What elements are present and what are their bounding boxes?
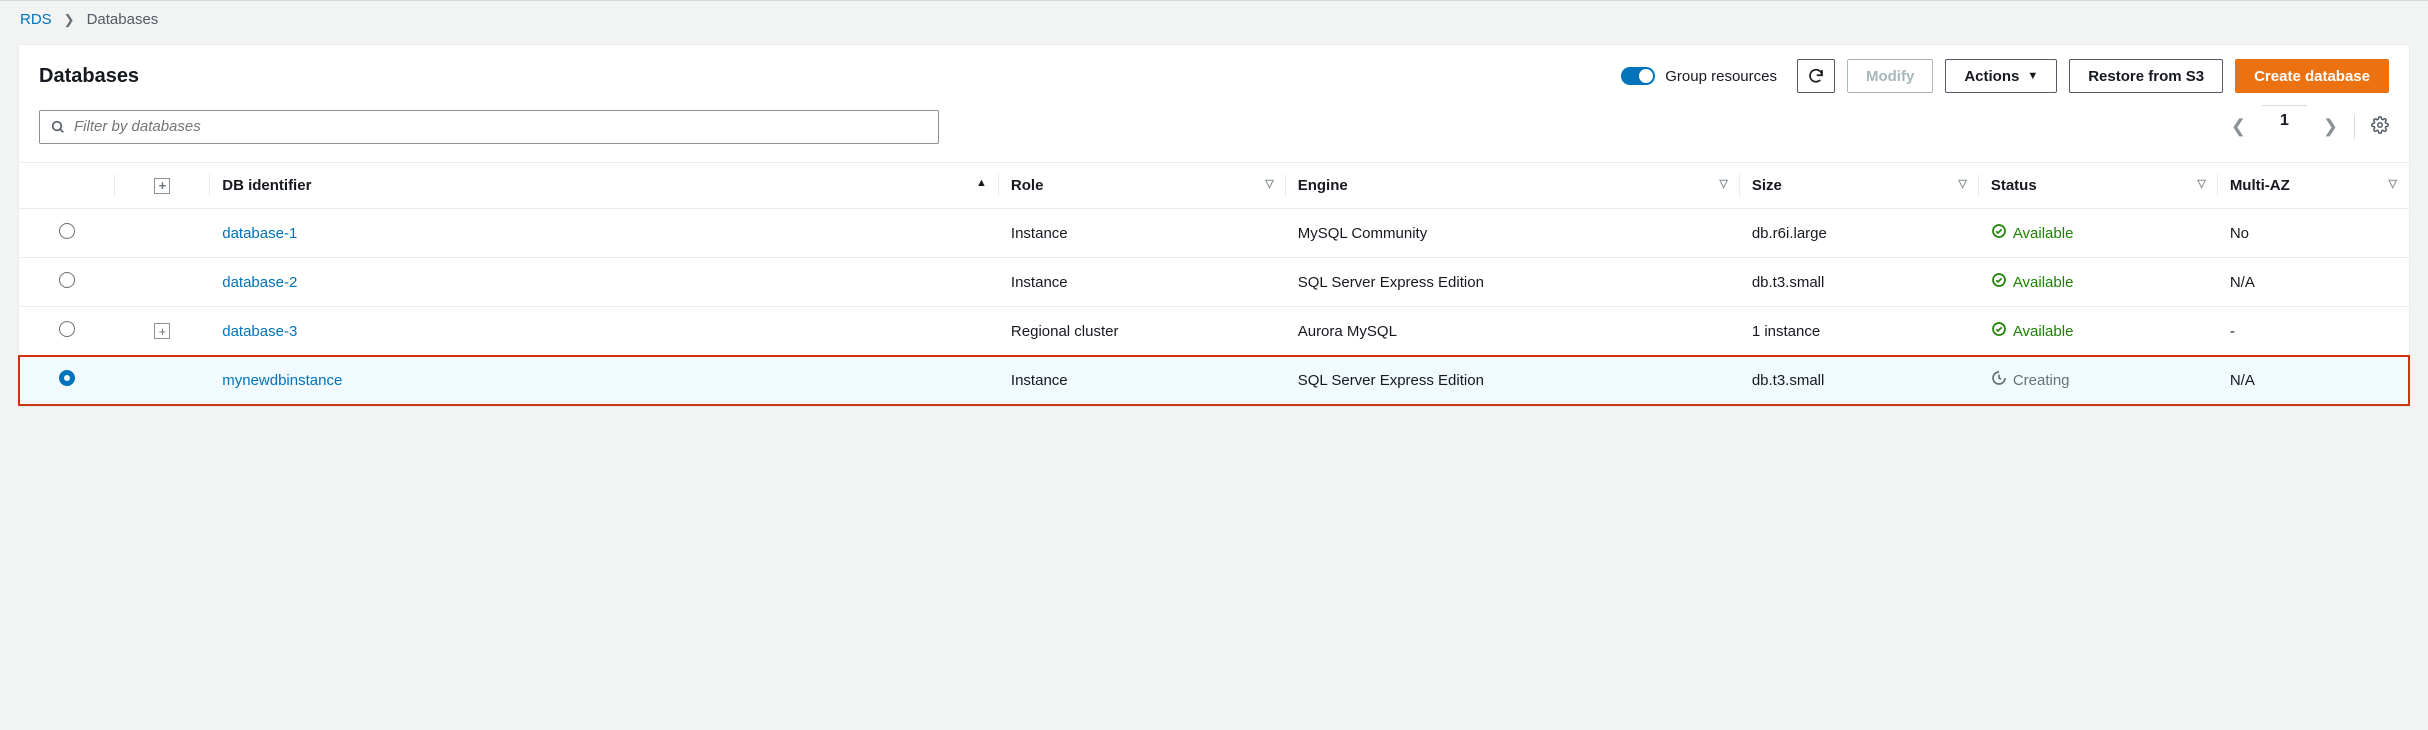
col-expand-all[interactable]: + [115,163,211,209]
refresh-button[interactable] [1797,59,1835,93]
actions-label: Actions [1964,68,2019,85]
col-role[interactable]: Role▽ [999,163,1286,209]
col-size[interactable]: Size▽ [1740,163,1979,209]
status-badge: Creating [1991,370,2070,390]
db-identifier-link[interactable]: mynewdbinstance [222,372,342,389]
cell-role: Regional cluster [999,307,1286,356]
filter-input-wrapper[interactable] [39,110,939,144]
cell-multiaz: No [2218,209,2409,258]
next-page-button[interactable]: ❯ [2323,116,2338,137]
cell-engine: SQL Server Express Edition [1286,356,1740,405]
search-icon [50,119,66,135]
page-title: Databases [39,65,139,88]
select-radio[interactable] [59,272,75,288]
breadcrumb-current: Databases [87,11,159,28]
col-status[interactable]: Status▽ [1979,163,2218,209]
gear-icon [2371,116,2389,134]
caret-down-icon: ▼ [2027,70,2038,82]
select-radio[interactable] [59,321,75,337]
check-circle-icon [1991,321,2007,341]
refresh-icon [1807,67,1825,85]
sort-icon: ▽ [1719,177,1727,190]
col-multiaz[interactable]: Multi-AZ▽ [2218,163,2409,209]
clock-icon [1991,370,2007,390]
expand-icon: + [154,178,170,194]
restore-from-s3-button[interactable]: Restore from S3 [2069,59,2223,93]
databases-table: + DB identifier▲ Role▽ Engine▽ Size▽ [19,162,2409,405]
cell-engine: SQL Server Express Edition [1286,258,1740,307]
col-select [19,163,115,209]
toggle-switch-icon [1621,67,1655,85]
cell-multiaz: - [2218,307,2409,356]
sort-icon: ▽ [1265,177,1273,190]
create-database-button[interactable]: Create database [2235,59,2389,93]
db-identifier-link[interactable]: database-3 [222,323,297,340]
chevron-right-icon: ❯ [64,12,75,28]
modify-button[interactable]: Modify [1847,59,1933,93]
cell-size: db.r6i.large [1740,209,1979,258]
status-badge: Available [1991,321,2074,341]
select-radio[interactable] [59,223,75,239]
db-identifier-link[interactable]: database-1 [222,225,297,242]
sort-icon: ▽ [2389,177,2397,190]
select-radio[interactable] [59,370,75,386]
db-identifier-link[interactable]: database-2 [222,274,297,291]
prev-page-button[interactable]: ❮ [2231,116,2246,137]
sort-icon: ▽ [1958,177,1966,190]
current-page: 1 [2262,105,2307,148]
cell-size: db.t3.small [1740,258,1979,307]
breadcrumb: RDS ❯ Databases [18,7,2410,44]
cell-role: Instance [999,209,1286,258]
cell-multiaz: N/A [2218,258,2409,307]
cell-multiaz: N/A [2218,356,2409,405]
table-row[interactable]: database-2 InstanceSQL Server Express Edi… [19,258,2409,307]
actions-button[interactable]: Actions ▼ [1945,59,2057,93]
table-row[interactable]: database-1 InstanceMySQL Communitydb.r6i.… [19,209,2409,258]
check-circle-icon [1991,272,2007,292]
table-row[interactable]: + database-3 Regional clusterAurora MySQL1… [19,307,2409,356]
databases-panel: Databases Group resources Modify Actions… [18,44,2410,406]
status-badge: Available [1991,272,2074,292]
group-resources-toggle[interactable]: Group resources [1621,67,1777,85]
cell-engine: Aurora MySQL [1286,307,1740,356]
toggle-label: Group resources [1665,68,1777,85]
status-badge: Available [1991,223,2074,243]
breadcrumb-root-link[interactable]: RDS [20,11,52,28]
cell-size: db.t3.small [1740,356,1979,405]
col-identifier[interactable]: DB identifier▲ [210,163,999,209]
col-engine[interactable]: Engine▽ [1286,163,1740,209]
expand-row-button[interactable]: + [154,323,170,339]
table-row[interactable]: mynewdbinstance InstanceSQL Server Expres… [19,356,2409,405]
divider [2354,115,2355,139]
sort-asc-icon: ▲ [976,177,987,189]
sort-icon: ▽ [2197,177,2205,190]
cell-size: 1 instance [1740,307,1979,356]
settings-button[interactable] [2371,116,2389,137]
filter-input[interactable] [74,118,928,135]
check-circle-icon [1991,223,2007,243]
pagination: ❮ 1 ❯ [2231,105,2389,148]
cell-role: Instance [999,258,1286,307]
cell-engine: MySQL Community [1286,209,1740,258]
cell-role: Instance [999,356,1286,405]
